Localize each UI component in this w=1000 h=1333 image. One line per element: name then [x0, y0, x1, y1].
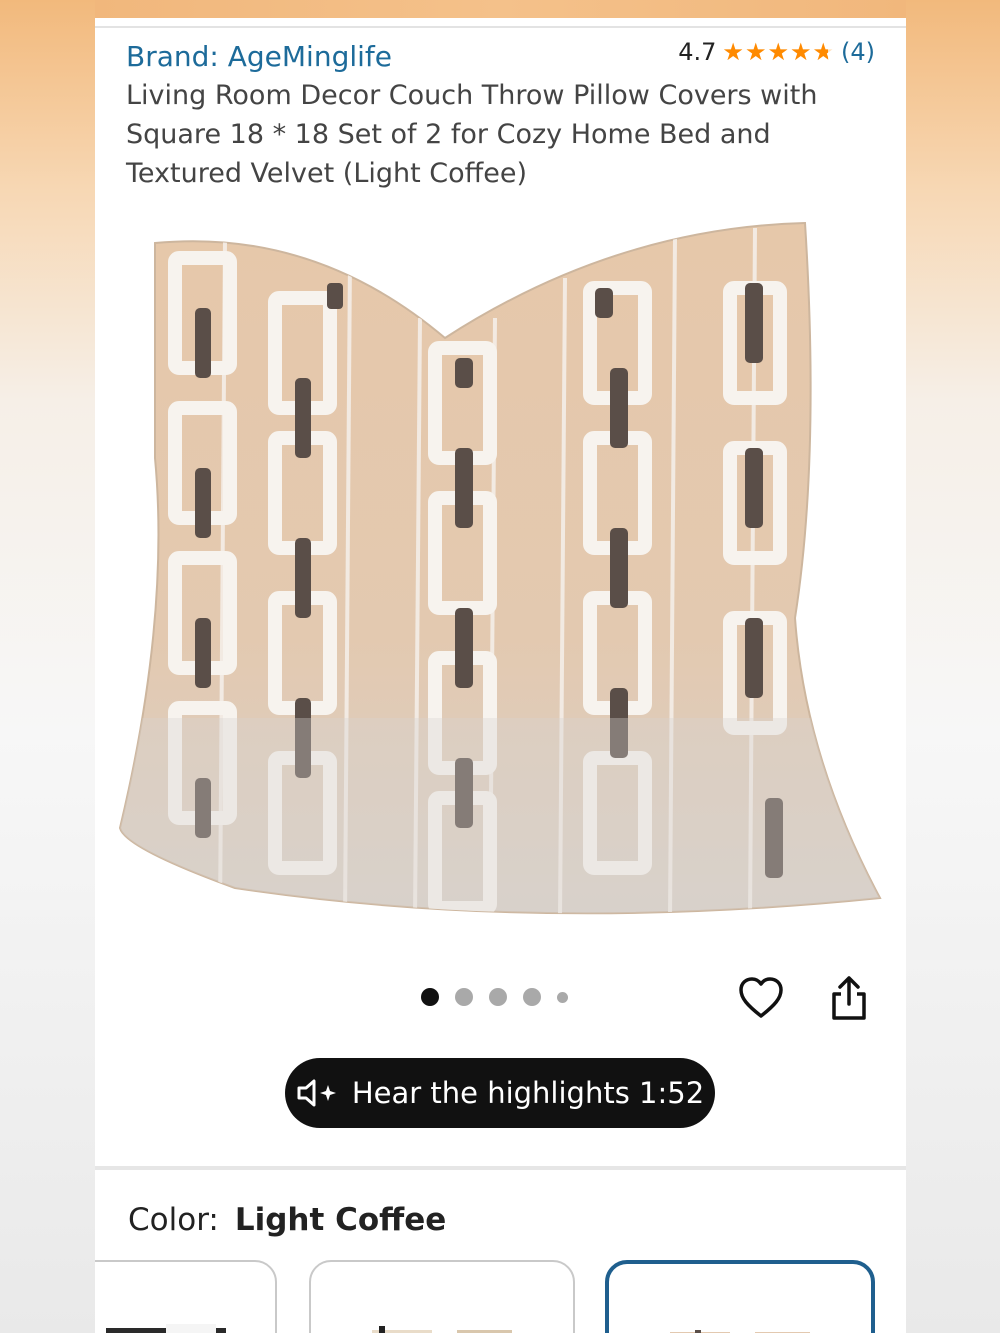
hear-highlights-label: Hear the highlights 1:52	[351, 1076, 705, 1110]
divider	[95, 26, 906, 28]
rating-count-link[interactable]: (4)	[841, 38, 875, 66]
carousel-dot[interactable]	[421, 988, 439, 1006]
hear-highlights-button[interactable]: Hear the highlights 1:52	[285, 1058, 715, 1128]
carousel-dot[interactable]	[455, 988, 473, 1006]
color-selector: Color: Light Coffee	[128, 1202, 446, 1238]
star-rating-icon: ★★★★★ ★★★★★	[722, 38, 835, 66]
divider	[95, 1166, 906, 1170]
color-swatch-option[interactable]	[95, 1260, 277, 1333]
share-icon[interactable]	[829, 974, 869, 1022]
color-value: Light Coffee	[234, 1202, 447, 1238]
image-carousel-indicator[interactable]	[421, 988, 568, 1006]
carousel-dot[interactable]	[557, 991, 568, 1003]
product-card: Brand: AgeMinglife 4.7 ★★★★★ ★★★★★ (4) L…	[95, 18, 906, 1333]
heart-icon[interactable]	[737, 974, 785, 1022]
rating-value: 4.7	[678, 38, 717, 66]
color-swatch-option[interactable]	[309, 1260, 575, 1333]
swatch-thumbnail	[670, 1330, 810, 1333]
brand-link[interactable]: Brand: AgeMinglife	[126, 40, 392, 73]
speaker-sparkle-icon	[297, 1079, 336, 1107]
swatch-thumbnail	[106, 1324, 226, 1333]
swatch-thumbnail	[372, 1326, 512, 1333]
color-swatch-option-selected[interactable]	[605, 1260, 875, 1333]
carousel-dot[interactable]	[489, 988, 507, 1006]
top-header-strip	[95, 0, 906, 18]
product-title: Living Room Decor Couch Throw Pillow Cov…	[126, 80, 818, 189]
carousel-dot[interactable]	[523, 988, 541, 1006]
rating-summary[interactable]: 4.7 ★★★★★ ★★★★★ (4)	[678, 38, 875, 66]
product-image[interactable]	[115, 198, 885, 918]
color-label: Color:	[128, 1202, 219, 1238]
